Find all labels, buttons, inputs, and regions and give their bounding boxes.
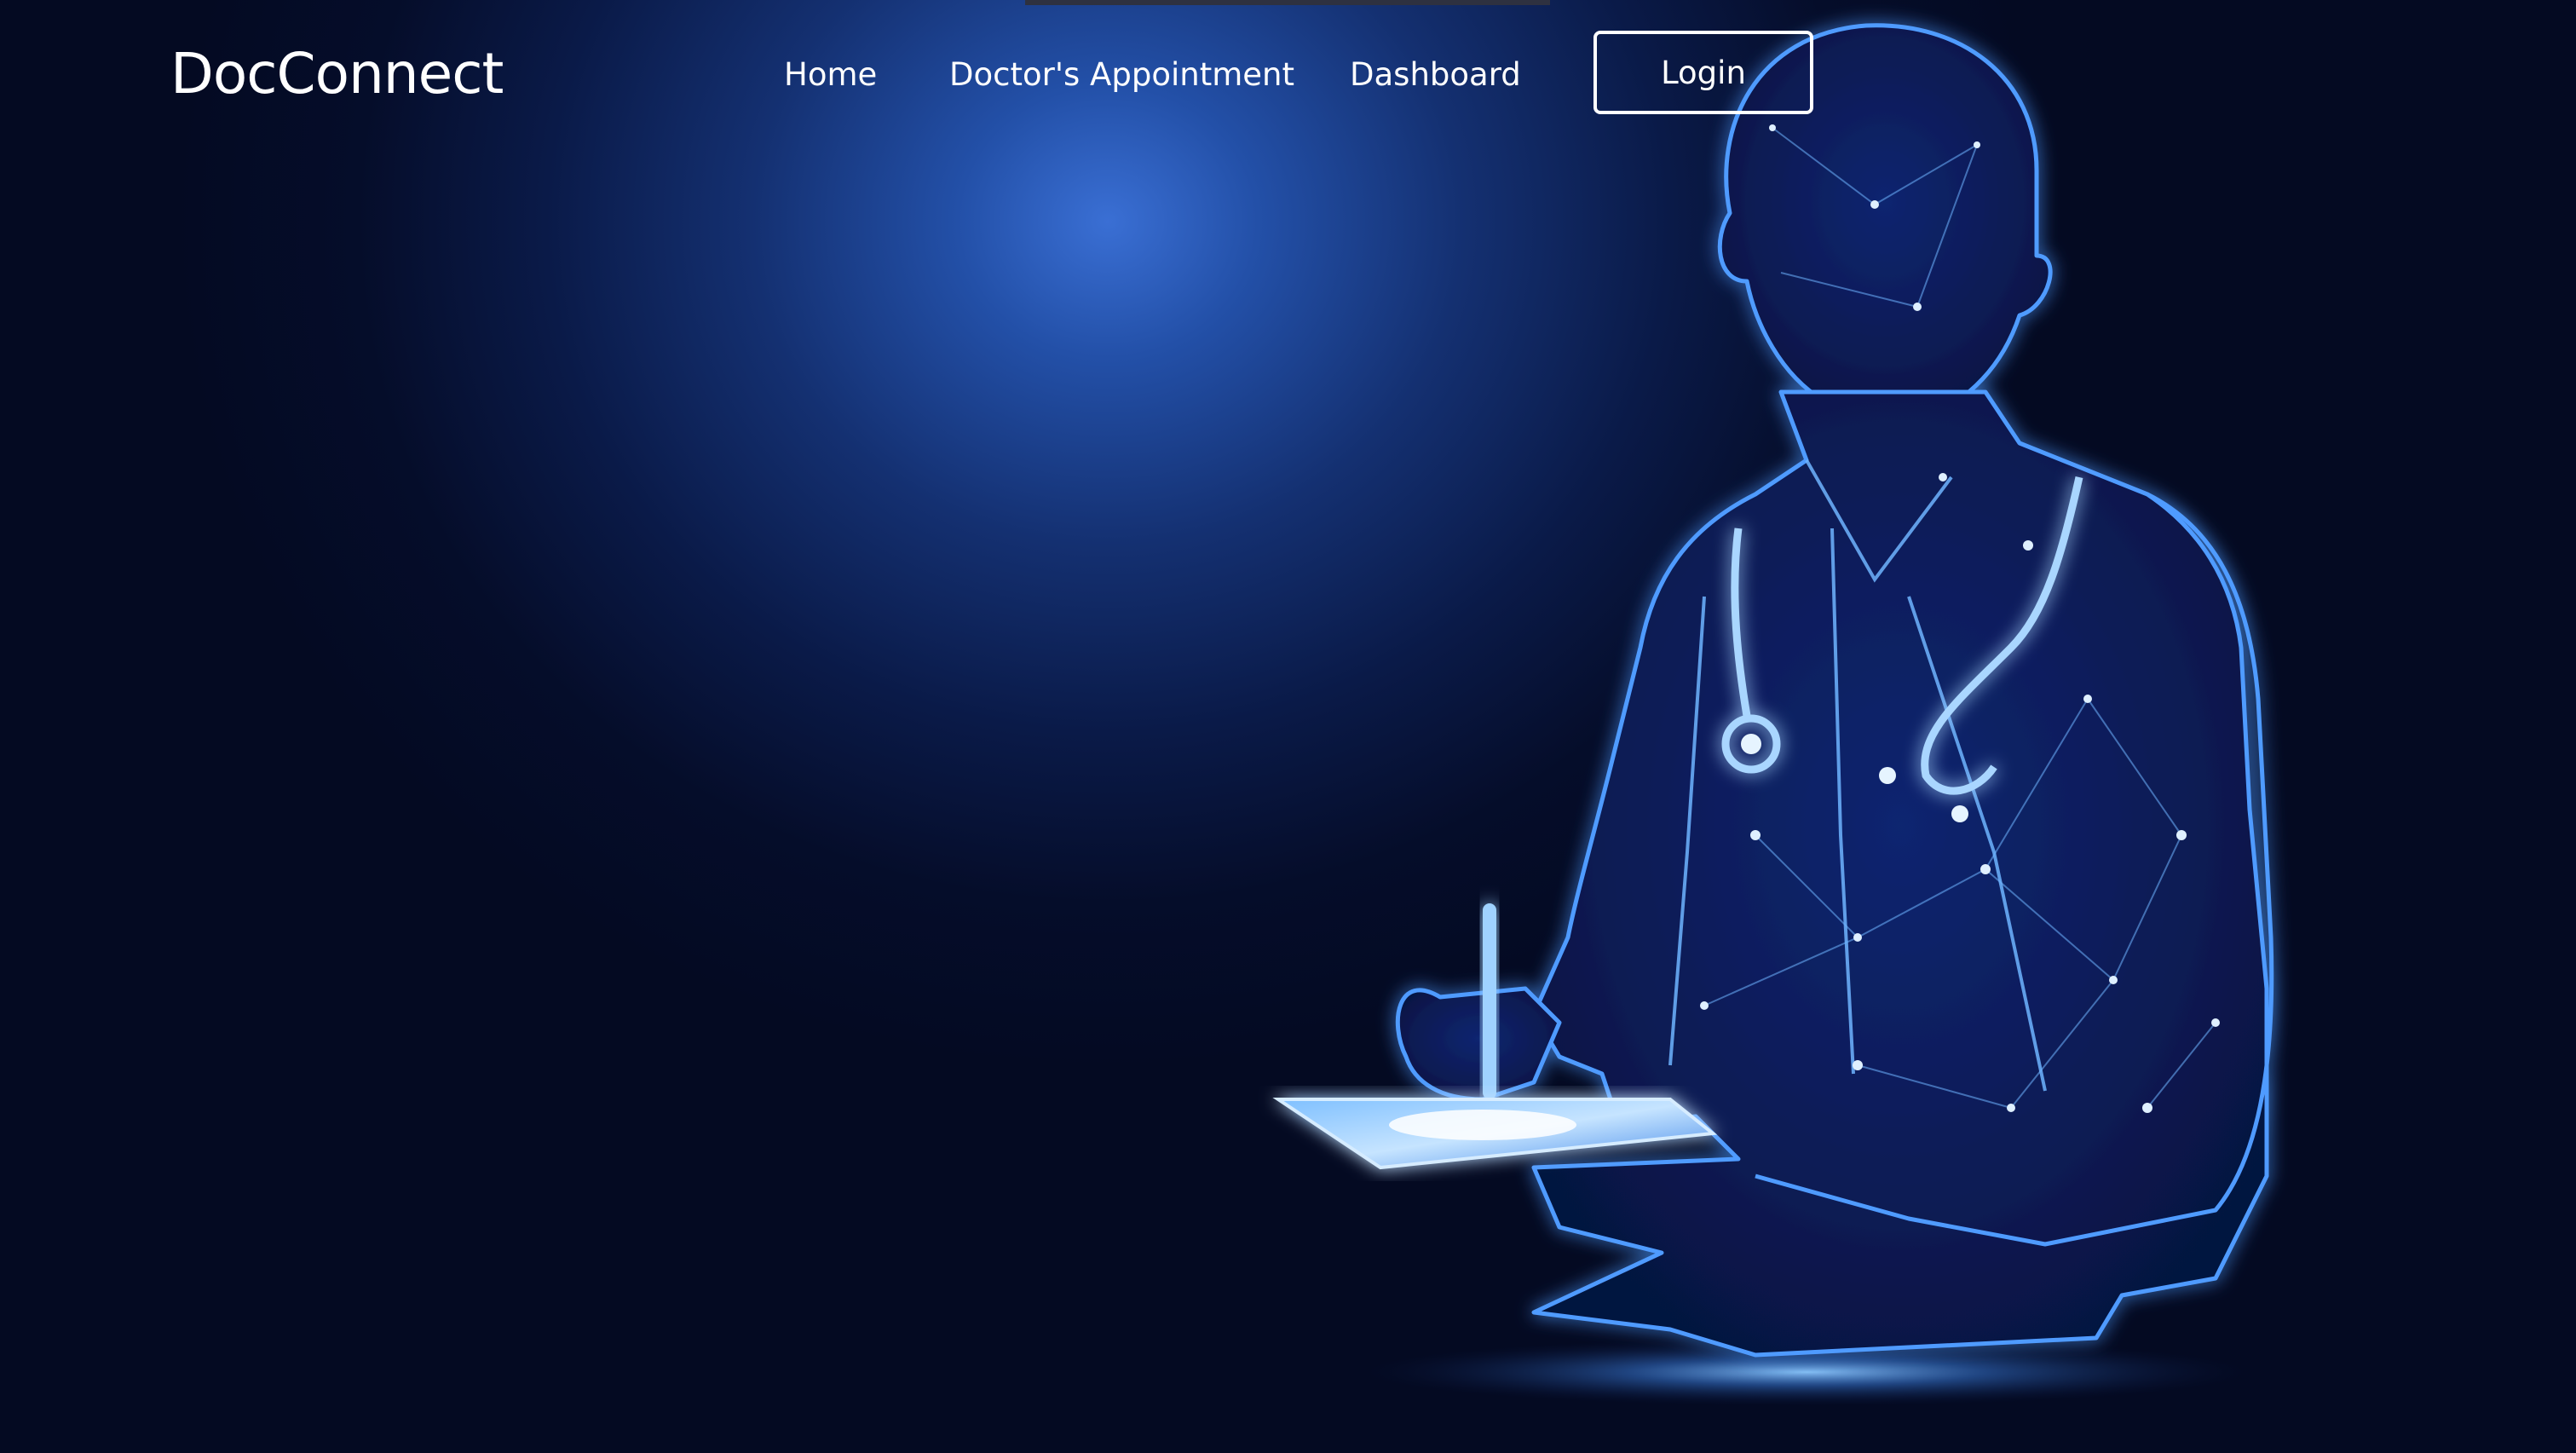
- nav-link-dashboard[interactable]: Dashboard: [1350, 56, 1521, 93]
- login-button[interactable]: Login: [1593, 31, 1813, 114]
- landing-page: DocConnect Home Doctor's Appointment Das…: [0, 0, 2576, 1453]
- pen: [1483, 903, 1496, 1099]
- doctor-illustration: [1272, 23, 2274, 1406]
- tablet: [1272, 1098, 1718, 1170]
- nav-link-home[interactable]: Home: [784, 56, 877, 93]
- brand-logo[interactable]: DocConnect: [170, 41, 504, 107]
- doctor-hand: [1395, 986, 1562, 1102]
- nav-link-doctors-appointment[interactable]: Doctor's Appointment: [949, 56, 1294, 93]
- doctor-torso: [1531, 389, 2269, 1358]
